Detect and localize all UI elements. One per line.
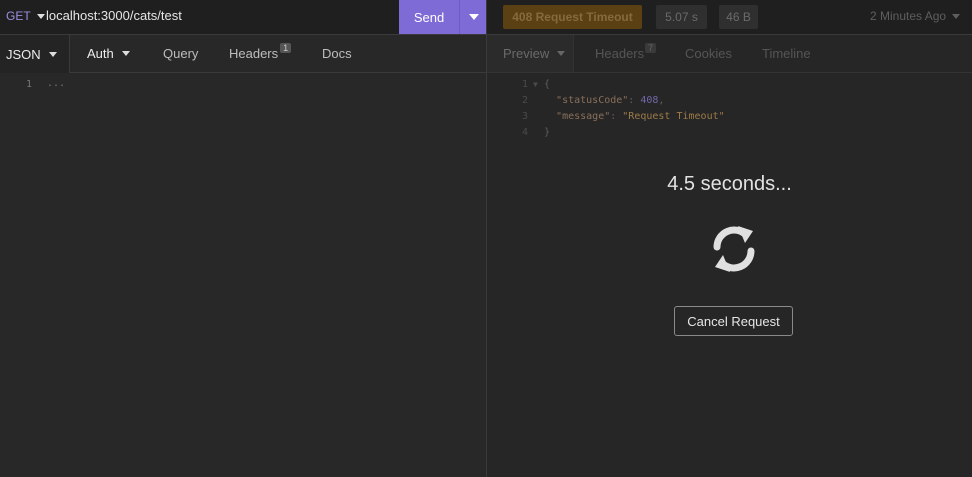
elapsed-timer: 4.5 seconds... (667, 173, 792, 195)
response-timestamp: 2 Minutes Ago (870, 9, 947, 23)
json-sep: : (628, 95, 641, 106)
tab-cookies-label: Cookies (685, 46, 732, 61)
chevron-down-icon (48, 51, 57, 57)
tab-auth[interactable]: Auth (87, 35, 130, 72)
tab-body-label: JSON (6, 46, 41, 62)
request-tabs: JSON Auth Query Headers 1 Docs (0, 35, 486, 73)
tab-auth-label: Auth (87, 46, 114, 61)
response-size: 46 B (719, 5, 758, 29)
tab-docs[interactable]: Docs (322, 35, 352, 72)
tab-preview[interactable]: Preview (487, 35, 574, 72)
url-input[interactable]: localhost:3000/cats/test (46, 8, 182, 23)
tab-headers-label: Headers (229, 46, 279, 61)
response-bar: 408 Request Timeout 5.07 s 46 B 2 Minute… (487, 0, 972, 35)
request-pane: GET localhost:3000/cats/test Send JSON A… (0, 0, 487, 477)
tab-body[interactable]: JSON (0, 35, 70, 73)
sync-icon (713, 226, 755, 272)
code-text: "statusCode": 408, (544, 93, 664, 109)
headers-count-badge: 1 (280, 42, 292, 53)
line-number: 1 (26, 79, 33, 90)
tab-cookies[interactable]: Cookies (685, 35, 732, 72)
code-text: "message": "Request Timeout" (544, 109, 725, 125)
tab-timeline[interactable]: Timeline (762, 35, 811, 72)
tab-docs-label: Docs (322, 46, 352, 61)
url-bar: GET localhost:3000/cats/test Send (0, 0, 487, 35)
response-tabs: Preview Headers 7 Cookies Timeline (487, 35, 972, 73)
fold-arrow-icon[interactable]: ▼ (533, 77, 538, 93)
json-key: "statusCode" (556, 95, 629, 106)
tab-timeline-label: Timeline (762, 46, 811, 61)
send-options-button[interactable] (459, 0, 487, 34)
status-badge: 408 Request Timeout (503, 5, 642, 29)
tab-response-headers-label: Headers (595, 46, 645, 61)
code-text: { (544, 79, 551, 90)
code-text: } (544, 127, 551, 138)
chevron-down-icon (468, 14, 479, 20)
tab-preview-label: Preview (503, 46, 550, 61)
response-headers-count-badge: 7 (645, 42, 657, 53)
method-dropdown[interactable]: GET (6, 9, 45, 23)
chevron-down-icon (952, 13, 961, 19)
tab-response-headers[interactable]: Headers 7 (595, 35, 657, 72)
json-key: "message" (556, 111, 611, 122)
json-value: "Request Timeout" (622, 111, 725, 122)
chevron-down-icon (121, 51, 130, 56)
chevron-down-icon (557, 51, 566, 56)
response-pane: 408 Request Timeout 5.07 s 46 B 2 Minute… (487, 0, 972, 477)
send-button[interactable]: Send (399, 0, 459, 34)
json-value: 408 (640, 95, 659, 106)
history-dropdown[interactable]: 2 Minutes Ago (870, 9, 961, 23)
line-number: 2 (521, 95, 528, 106)
line-number: 3 (521, 111, 528, 122)
json-sep: : (610, 111, 623, 122)
line-number: 4 (521, 127, 528, 138)
method-label: GET (6, 9, 31, 23)
response-time: 5.07 s (656, 5, 707, 29)
line-number: 1 (521, 79, 528, 90)
tab-headers[interactable]: Headers 1 (229, 35, 292, 72)
editor-placeholder: ... (47, 78, 66, 89)
cancel-request-button[interactable]: Cancel Request (674, 306, 793, 336)
chevron-down-icon (36, 13, 45, 19)
tab-query-label: Query (163, 46, 199, 61)
tab-query[interactable]: Query (163, 35, 198, 72)
json-comma: , (658, 95, 665, 106)
